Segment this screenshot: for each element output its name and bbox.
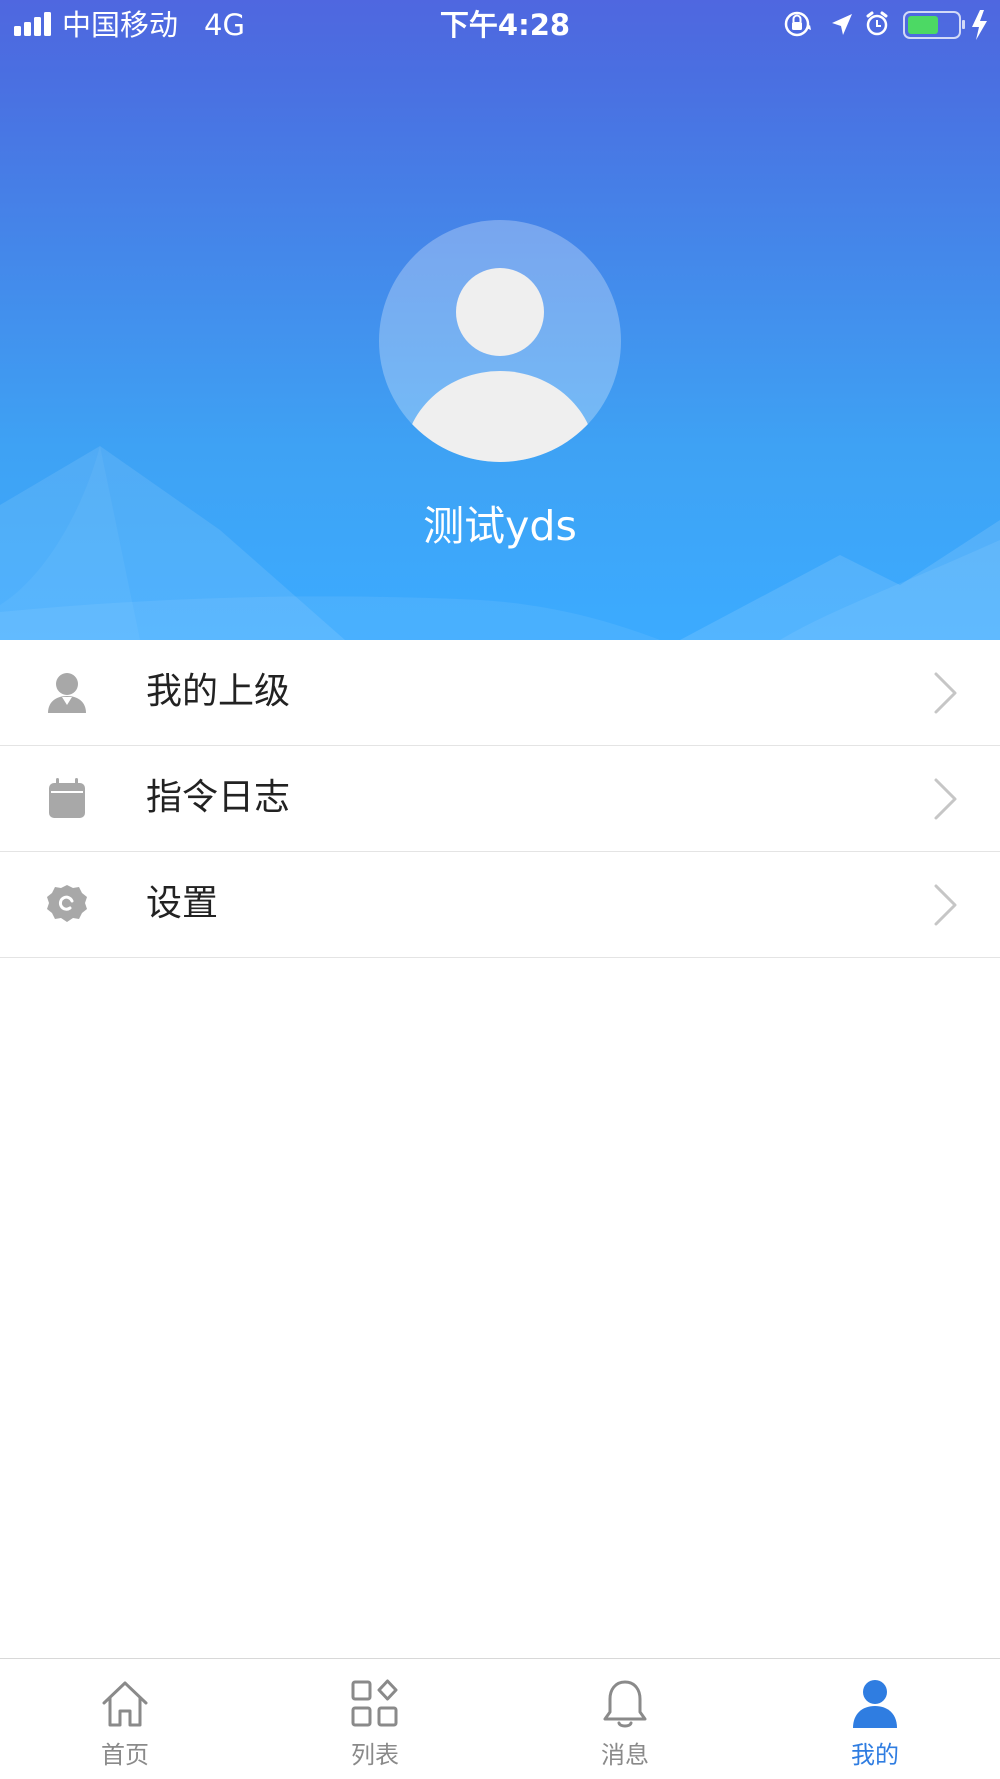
menu-item-label: 设置 bbox=[146, 883, 219, 924]
tab-label: 首页 bbox=[101, 1741, 149, 1769]
status-icons bbox=[784, 10, 987, 40]
home-icon bbox=[102, 1681, 148, 1727]
menu-item-label: 我的上级 bbox=[146, 671, 291, 712]
menu-item-settings[interactable]: 设置 bbox=[0, 852, 1000, 958]
bell-icon bbox=[603, 1680, 647, 1728]
tab-label: 我的 bbox=[851, 1741, 899, 1769]
profile-header: 中国移动 4G 下午4:28 测试yds bbox=[0, 0, 1000, 640]
status-bar: 中国移动 4G 下午4:28 bbox=[0, 0, 1000, 50]
user-icon bbox=[853, 1680, 897, 1728]
profile-menu: 我的上级 指令日志 设置 bbox=[0, 640, 1000, 958]
avatar[interactable] bbox=[379, 220, 621, 462]
location-arrow-icon bbox=[832, 14, 852, 35]
chevron-right-icon bbox=[934, 672, 957, 714]
charging-bolt-icon bbox=[972, 10, 987, 40]
menu-item-command-log[interactable]: 指令日志 bbox=[0, 746, 1000, 852]
alarm-icon bbox=[866, 11, 888, 36]
menu-item-label: 指令日志 bbox=[146, 777, 291, 818]
tab-label: 消息 bbox=[601, 1741, 649, 1769]
chevron-right-icon bbox=[934, 778, 957, 820]
tab-list[interactable]: 列表 bbox=[250, 1659, 500, 1779]
grid-list-icon bbox=[351, 1679, 398, 1727]
default-avatar-icon bbox=[404, 268, 596, 462]
tab-home[interactable]: 首页 bbox=[0, 1659, 250, 1779]
tab-bar: 首页 列表 消息 我的 bbox=[0, 1658, 1000, 1779]
chevron-right-icon bbox=[934, 884, 957, 926]
tab-label: 列表 bbox=[351, 1741, 399, 1769]
battery-icon bbox=[903, 11, 965, 39]
tab-messages[interactable]: 消息 bbox=[500, 1659, 750, 1779]
menu-item-supervisor[interactable]: 我的上级 bbox=[0, 640, 1000, 746]
rotation-lock-icon bbox=[784, 11, 811, 37]
username: 测试yds bbox=[423, 502, 577, 550]
supervisor-user-icon bbox=[48, 673, 86, 713]
tab-mine[interactable]: 我的 bbox=[750, 1659, 1000, 1779]
calendar-icon bbox=[49, 778, 85, 818]
settings-gear-icon bbox=[47, 885, 87, 922]
